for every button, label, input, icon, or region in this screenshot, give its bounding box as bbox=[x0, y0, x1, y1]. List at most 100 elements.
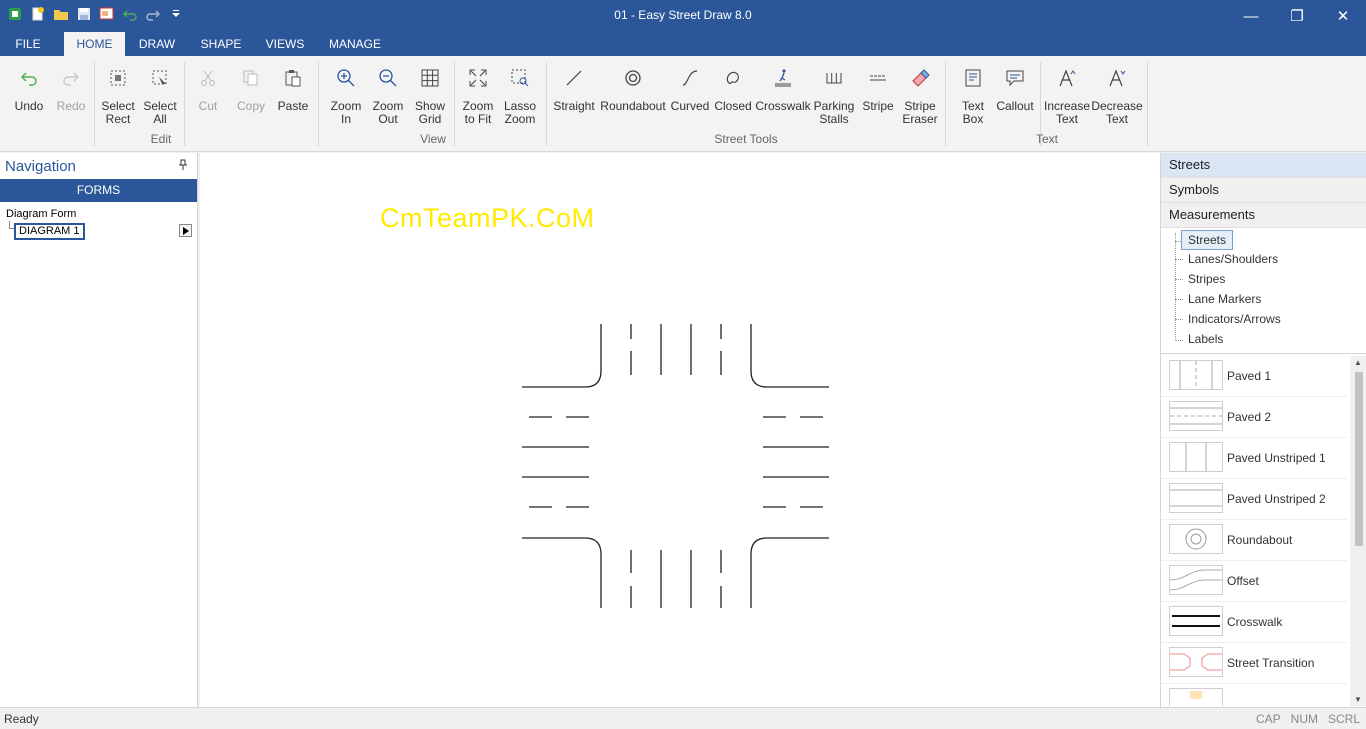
library-item-offset[interactable]: Offset bbox=[1161, 561, 1347, 602]
category-streets[interactable]: Streets bbox=[1161, 153, 1366, 178]
library-item-label: Paved Unstriped 1 bbox=[1227, 451, 1326, 465]
zoom-to-fit-button[interactable]: Zoom to Fit bbox=[457, 56, 499, 136]
scrollbar-thumb[interactable] bbox=[1355, 372, 1363, 546]
library-item-roundabout[interactable]: Roundabout bbox=[1161, 520, 1347, 561]
drawing-canvas[interactable]: CmTeamPK.CoM bbox=[200, 153, 1160, 707]
subcategory-lanes-shoulders[interactable]: Lanes/Shoulders bbox=[1188, 249, 1278, 269]
subcategory-labels[interactable]: Labels bbox=[1188, 329, 1223, 349]
category-measurements[interactable]: Measurements bbox=[1161, 203, 1366, 228]
zoom-to-fit-label: Zoom to Fit bbox=[462, 99, 494, 126]
category-symbols[interactable]: Symbols bbox=[1161, 178, 1366, 203]
select-all-button[interactable]: Select All bbox=[140, 56, 180, 136]
library-item-label: Crosswalk bbox=[1227, 615, 1283, 629]
diagram-form-label: Diagram Form bbox=[6, 208, 77, 220]
library-item-paved-1[interactable]: Paved 1 bbox=[1161, 356, 1347, 397]
library-scrollbar[interactable]: ▲ ▼ bbox=[1350, 356, 1366, 706]
curb-top-left bbox=[522, 324, 602, 388]
tab-shape[interactable]: SHAPE bbox=[196, 32, 246, 56]
redo-button[interactable]: Redo bbox=[50, 56, 92, 136]
lasso-zoom-label: Lasso Zoom bbox=[503, 99, 537, 126]
scroll-up-icon[interactable]: ▲ bbox=[1354, 358, 1362, 367]
tree-connector bbox=[1175, 319, 1183, 320]
library-item-paved-unstriped-1[interactable]: Paved Unstriped 1 bbox=[1161, 438, 1347, 479]
library-item-street-transition[interactable]: Street Transition bbox=[1161, 643, 1347, 684]
library-item-paved-2[interactable]: Paved 2 bbox=[1161, 397, 1347, 438]
window-title: 01 - Easy Street Draw 8.0 bbox=[614, 8, 752, 22]
pin-icon[interactable] bbox=[178, 159, 188, 174]
lasso-zoom-button[interactable]: Lasso Zoom bbox=[499, 56, 541, 136]
zoom-out-button[interactable]: Zoom Out bbox=[367, 56, 409, 136]
restore-button[interactable]: ❐ bbox=[1274, 0, 1320, 32]
paved-unstriped-1-thumbnail bbox=[1169, 442, 1223, 472]
separator bbox=[94, 62, 95, 146]
select-rect-button[interactable]: Select Rect bbox=[98, 56, 138, 136]
zoom-out-label: Zoom Out bbox=[372, 99, 404, 126]
crosswalk-thumbnail bbox=[1169, 606, 1223, 636]
stripe-eraser-button[interactable]: Stripe Eraser bbox=[898, 56, 942, 136]
separator bbox=[546, 62, 547, 146]
library-item-crosswalk[interactable]: Crosswalk bbox=[1161, 602, 1347, 643]
increase-text-label: Increase Text bbox=[1043, 99, 1091, 126]
straight-button[interactable]: Straight bbox=[551, 56, 597, 136]
undo-button[interactable]: Undo bbox=[8, 56, 50, 136]
curved-line-icon bbox=[669, 56, 711, 100]
show-grid-button[interactable]: Show Grid bbox=[409, 56, 451, 136]
straight-line-icon bbox=[551, 56, 597, 100]
intersection-diagram[interactable] bbox=[200, 153, 1160, 707]
cut-label: Cut bbox=[198, 99, 218, 113]
stripe-button[interactable]: Stripe bbox=[858, 56, 898, 136]
text-box-button[interactable]: Text Box bbox=[952, 56, 994, 136]
redo-label: Redo bbox=[56, 99, 86, 113]
tab-manage[interactable]: MANAGE bbox=[322, 32, 388, 56]
closed-button[interactable]: Closed bbox=[711, 56, 755, 136]
play-arrow-icon[interactable] bbox=[179, 224, 192, 237]
decrease-text-button[interactable]: Decrease Text bbox=[1091, 56, 1143, 136]
select-rect-icon bbox=[98, 56, 138, 100]
tab-file[interactable]: FILE bbox=[8, 32, 48, 56]
diagram-tree-item[interactable]: DIAGRAM 1 bbox=[14, 223, 85, 240]
select-all-label: Select All bbox=[143, 99, 177, 126]
copy-button[interactable]: Copy bbox=[230, 56, 272, 136]
ribbon: Undo Redo Select Rect Select All Cut Cop… bbox=[0, 56, 1366, 152]
tab-views[interactable]: VIEWS bbox=[262, 32, 308, 56]
zoom-in-button[interactable]: Zoom In bbox=[325, 56, 367, 136]
subcategory-stripes[interactable]: Stripes bbox=[1188, 269, 1225, 289]
callout-icon bbox=[994, 56, 1036, 100]
group-label-street-tools: Street Tools bbox=[714, 132, 778, 146]
curb-bottom-right bbox=[750, 537, 829, 608]
subcategory-indicators-arrows[interactable]: Indicators/Arrows bbox=[1188, 309, 1281, 329]
stripe-icon bbox=[858, 56, 898, 100]
library-item-partial[interactable] bbox=[1161, 684, 1347, 706]
text-box-icon bbox=[952, 56, 994, 100]
scissors-icon bbox=[188, 56, 228, 100]
curved-button[interactable]: Curved bbox=[669, 56, 711, 136]
tab-draw[interactable]: DRAW bbox=[134, 32, 180, 56]
decrease-text-icon bbox=[1091, 56, 1143, 100]
redo-icon bbox=[50, 56, 92, 100]
close-button[interactable]: ✕ bbox=[1320, 0, 1366, 32]
library-item-label: Paved 2 bbox=[1227, 410, 1272, 424]
navigation-title: Navigation bbox=[5, 158, 76, 175]
parking-stalls-button[interactable]: Parking Stalls bbox=[812, 56, 856, 136]
subcategory-lane-markers[interactable]: Lane Markers bbox=[1188, 289, 1261, 309]
forms-header[interactable]: FORMS bbox=[0, 179, 197, 202]
closed-label: Closed bbox=[714, 99, 752, 113]
undo-icon bbox=[8, 56, 50, 100]
scroll-down-icon[interactable]: ▼ bbox=[1354, 695, 1362, 704]
separator bbox=[945, 62, 946, 146]
shape-library-list: Paved 1 Paved 2 Paved Unstriped 1 Paved … bbox=[1161, 356, 1351, 706]
select-rect-label: Select Rect bbox=[101, 99, 135, 126]
tab-home[interactable]: HOME bbox=[64, 32, 125, 56]
window-controls: — ❐ ✕ bbox=[1228, 0, 1366, 32]
library-item-paved-unstriped-2[interactable]: Paved Unstriped 2 bbox=[1161, 479, 1347, 520]
crosswalk-button[interactable]: Crosswalk bbox=[755, 56, 811, 136]
minimize-button[interactable]: — bbox=[1228, 0, 1274, 32]
increase-text-button[interactable]: Increase Text bbox=[1043, 56, 1091, 136]
subcategory-streets[interactable]: Streets bbox=[1181, 230, 1234, 250]
paste-button[interactable]: Paste bbox=[272, 56, 314, 136]
cut-button[interactable]: Cut bbox=[188, 56, 228, 136]
callout-button[interactable]: Callout bbox=[994, 56, 1036, 136]
paste-label: Paste bbox=[277, 99, 309, 113]
roundabout-button[interactable]: Roundabout bbox=[599, 56, 667, 136]
library-item-label: Paved Unstriped 2 bbox=[1227, 492, 1326, 506]
